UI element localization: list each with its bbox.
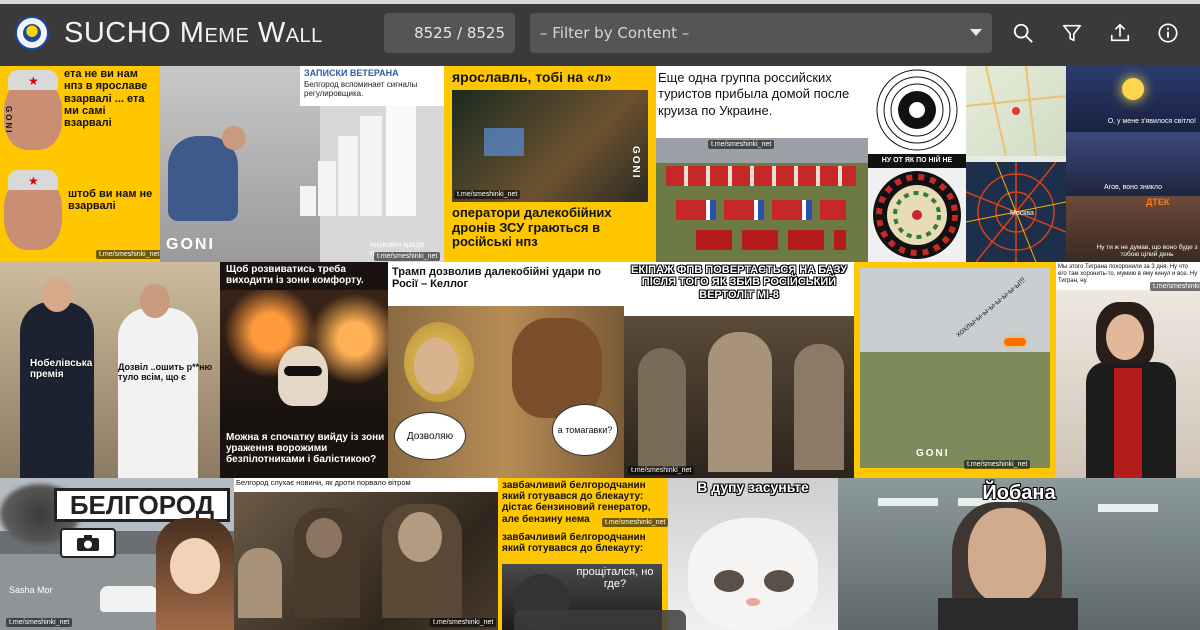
floating-toolbar[interactable] (514, 610, 686, 630)
meme-tile[interactable]: ЕКІПАЖ ФПВ ПОВЕРТАЄТЬСЯ НА БАЗУ ПІСЛЯ ТО… (624, 262, 854, 478)
source-label: t.me/smeshinki_net (628, 466, 695, 475)
meme-caption-top: Йобана (982, 482, 1056, 504)
source-label: t.me/smeshinki_net (1150, 282, 1200, 291)
meme-caption-top: Белгород слухає новини, як дроти порвало… (236, 478, 411, 487)
info-icon[interactable] (1157, 22, 1179, 44)
meme-caption-mid: Агов, воно зникло (1104, 184, 1162, 191)
filter-placeholder: – Filter by Content – (540, 24, 690, 42)
goni-logo: GONI (630, 146, 641, 180)
filter-icon[interactable] (1061, 22, 1083, 44)
dartboard-image (868, 168, 966, 262)
camera-icon (60, 528, 116, 558)
app-title: SUCHO Meme Wall (64, 17, 323, 49)
meme-tile[interactable]: Щоб розвиватись треба виходити із зони к… (220, 262, 388, 478)
speech-bubble-left: Дозволяю (394, 412, 466, 460)
meme-caption-top: ЕКІПАЖ ФПВ ПОВЕРТАЄТЬСЯ НА БАЗУ ПІСЛЯ ТО… (631, 264, 847, 301)
photo-credit: Sasha Mor (9, 585, 53, 595)
city-sign: БЕЛГОРОД (54, 488, 230, 522)
source-label: t.me/smeshinki_net (96, 250, 160, 259)
meme-tile[interactable]: О, у мене з'явилося світло! Агов, воно з… (1066, 66, 1200, 262)
map-image (966, 66, 1066, 157)
meme-caption-top: Еще одна группа российских туристов приб… (658, 70, 850, 118)
meme-caption-top: ярославль, тобі на «л» (452, 69, 612, 85)
meme-caption-bottom: оператори далекобійних дронів ЗСУ грають… (452, 205, 612, 250)
meme-caption: НУ ОТ ЯК ПО НІЙ НЕ СТРІЛЯТИ?! (868, 154, 966, 178)
meme-caption-top: В дупу засуньте (697, 479, 809, 495)
goni-logo: GONI (916, 448, 950, 459)
meme-tile[interactable]: ЗАПИСКИ ВЕТЕРАНА Белгород вспоминает сиг… (160, 66, 444, 262)
meme-subtitle: Белгород вспоминает сигналы регулировщик… (304, 80, 418, 98)
meme-caption-top: Трамп дозволив далекобійні удари по Росі… (392, 266, 601, 291)
search-icon[interactable] (1012, 22, 1034, 44)
source-label: t.me/smeshinki_net (964, 460, 1031, 469)
sucho-logo-icon[interactable] (15, 16, 49, 50)
meme-tile[interactable]: ★ ета не ви нам нпз в ярославе взарвалі … (0, 66, 160, 262)
meme-tile[interactable]: БЕЛГОРОД Sasha Mor t.me/smeshinki_net (0, 478, 234, 630)
source-label: t.me/smeshinki_net (374, 252, 441, 261)
meme-caption-top: О, у мене з'явилося світло! (1107, 118, 1196, 125)
source-label: t.me/smeshinki_net (708, 140, 775, 149)
meme-caption-top: ета не ви нам нпз в ярославе взарвалі ..… (64, 68, 148, 130)
meme-caption-top: Щоб розвиватись треба виходити із зони к… (226, 264, 364, 287)
content-filter-select[interactable]: – Filter by Content – (530, 13, 992, 53)
meme-caption-left: Нобелівська премія (30, 358, 93, 381)
meme-caption-bottom: Можна я спочатку вийду із зони ураження … (226, 432, 385, 466)
source-label: t.me/smeshinki_net (602, 518, 668, 527)
map-label: Москва (1010, 210, 1034, 217)
meme-tile[interactable]: Еще одна группа российских туристов приб… (656, 66, 868, 262)
meme-caption-bottom: Ну ти ж не думав, що воно буде з тобою ц… (1096, 244, 1198, 258)
source-label: t.me/smeshinki_net (454, 190, 521, 199)
chevron-down-icon (970, 29, 982, 36)
meme-tile[interactable]: Йобана (838, 478, 1200, 630)
meme-caption-right: Дозвіл ..ошить р**ню туло всім, що є (118, 362, 213, 383)
meme-caption-bottom: завбачливий белгородчанин який готувався… (502, 532, 646, 555)
meme-tile[interactable]: Нобелівська премія Дозвіл ..ошить р**ню … (0, 262, 220, 478)
speech-bubble: прощітался, но где? (576, 566, 654, 591)
upload-icon[interactable] (1109, 22, 1131, 44)
meme-header: ЗАПИСКИ ВЕТЕРАНА (304, 68, 399, 78)
meme-tile[interactable]: Трамп дозволив далекобійні удари по Росі… (388, 262, 624, 478)
source-label: t.me/smeshinki_net (6, 618, 73, 627)
meme-tile[interactable]: Мы этого Тиграна похоронили за 3 дня. Ну… (1056, 262, 1200, 478)
meme-tile[interactable]: Москва (966, 66, 1066, 262)
goni-logo: GONI (4, 106, 13, 135)
meme-tile[interactable]: завбачливий белгородчанин який готувався… (498, 478, 668, 630)
meme-caption-bottom: штоб ви нам не взарвалі (68, 188, 153, 213)
meme-tile[interactable]: Белгород слухає новини, як дроти порвало… (234, 478, 498, 630)
top-bar: SUCHO Meme Wall 8525 / 8525 – Filter by … (0, 0, 1200, 66)
photo-image (860, 268, 1050, 468)
goni-logo: GONI (166, 236, 215, 253)
speech-bubble-right: а томагавки? (552, 404, 618, 456)
meme-tile[interactable]: В дупу засуньте (668, 478, 838, 630)
meme-grid: ★ ета не ви нам нпз в ярославе взарвалі … (0, 66, 1200, 630)
meme-tile[interactable]: хохлы-ы-ы-ы-ы-ы-ы-ы!!! GONI t.me/smeshin… (854, 262, 1056, 478)
meme-tile[interactable]: НУ ОТ ЯК ПО НІЙ НЕ СТРІЛЯТИ?! (868, 66, 966, 262)
meme-tile[interactable]: ярославль, тобі на «л» GONI t.me/smeshin… (444, 66, 656, 262)
target-image (868, 66, 966, 154)
source-label: t.me/smeshinki_net (430, 618, 497, 627)
dtek-logo: ДТЕК (1146, 197, 1170, 207)
item-counter[interactable]: 8525 / 8525 (384, 13, 515, 53)
photo-image (452, 90, 648, 202)
